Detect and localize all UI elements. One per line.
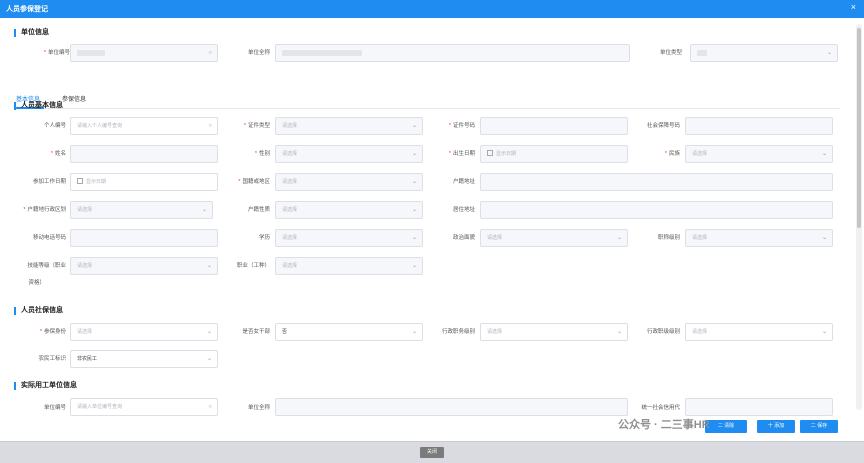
residence-label: 居住地址 (452, 207, 475, 213)
chevron-down-icon: ⌄ (826, 50, 832, 56)
registration-dialog: 人员参保登记 × 单位信息 * 单位编号 ○ 单位全称 单位类型 ⌄ 基本信息 参… (0, 0, 864, 463)
unit-type-label: 单位类型 (659, 50, 682, 56)
name-label: * 姓名 (50, 151, 66, 157)
unit-no-input[interactable]: ○ (70, 44, 218, 62)
chevron-down-icon: ⌄ (821, 151, 827, 157)
ssn-label: 社会保障号码 (646, 123, 680, 129)
admin-post-label: 行政职务级别 (441, 329, 475, 335)
actual-section-title: 实际用工单位信息 (14, 382, 77, 390)
close-button[interactable]: 关闭 (420, 447, 444, 458)
unit-name-label: 单位全称 (247, 50, 270, 56)
chevron-down-icon: ⌄ (821, 235, 827, 241)
id-no-label: * 证件号码 (448, 123, 475, 129)
migrant-label: 农民工标识 (38, 356, 66, 362)
birth-date-picker[interactable]: 显示日期 (480, 145, 628, 163)
political-select[interactable]: 请选择 ⌄ (480, 229, 628, 247)
skill-level-label-line1: 技能等级（职业 (27, 263, 66, 269)
political-label: 政治面貌 (452, 235, 475, 241)
id-type-label: * 证件类型 (243, 123, 270, 129)
female-cadre-label: 是否女干部 (242, 329, 270, 335)
actual-unit-no-label: 单位编号 (43, 405, 66, 411)
unit-name-input[interactable] (275, 44, 630, 62)
add-button[interactable]: 十 添加 (757, 420, 795, 433)
credit-code-input[interactable] (685, 398, 833, 416)
admin-post-select[interactable]: 请选择 ⌄ (480, 323, 628, 341)
hukou-type-select[interactable]: 请选择 ⌄ (275, 201, 423, 219)
clear-button[interactable]: 二 清除 (705, 420, 747, 433)
person-no-label: 个人编号 (43, 123, 66, 129)
credit-code-label: 统一社会信用代 (641, 405, 680, 411)
skill-level-label-line2: 资格） (28, 280, 45, 286)
skill-level-select[interactable]: 请选择 ⌄ (70, 257, 218, 275)
tab-insured-info[interactable]: 参保信息 (62, 96, 86, 104)
dialog-title: 人员参保登记 (6, 6, 48, 13)
hukou-region-select[interactable]: 请选择 ⌄ (70, 201, 213, 219)
insured-section-title: 人员社保信息 (14, 307, 63, 315)
unit-section-title: 单位信息 (14, 29, 49, 37)
occupation-select[interactable]: 请选择 ⌄ (275, 257, 423, 275)
hukou-type-label: 户籍性质 (247, 207, 270, 213)
title-level-select[interactable]: 请选择 ⌄ (685, 229, 833, 247)
mobile-label: 移动电话号码 (32, 235, 66, 241)
occupation-label: 职业（工种） (236, 263, 270, 269)
scrollbar-thumb[interactable] (857, 28, 861, 228)
admin-rank-label: 行政职级级别 (646, 329, 680, 335)
watermark-text: 公众号 · 二三事HR (618, 419, 710, 431)
female-cadre-select[interactable]: 否 ⌄ (275, 323, 423, 341)
tab-bar: 基本信息 参保信息 (14, 95, 840, 109)
calendar-icon (77, 178, 83, 184)
residence-input[interactable] (480, 201, 833, 219)
dialog-body: 单位信息 * 单位编号 ○ 单位全称 单位类型 ⌄ 基本信息 参保信息 人员基本信… (0, 18, 852, 438)
country-select[interactable]: 请选择 ⌄ (275, 173, 423, 191)
country-label: * 国籍或地区 (238, 179, 270, 185)
work-start-picker[interactable]: 显示日期 (70, 173, 218, 191)
gender-select[interactable]: 请选择 ⌄ (275, 145, 423, 163)
education-select[interactable]: 请选择 ⌄ (275, 229, 423, 247)
ethnicity-label: * 民族 (664, 151, 680, 157)
id-type-select[interactable]: 请选择 ⌄ (275, 117, 423, 135)
chevron-down-icon: ⌄ (411, 263, 417, 269)
admin-rank-select[interactable]: 请选择 ⌄ (685, 323, 833, 341)
insured-identity-label: * 参保身份 (39, 329, 66, 335)
name-input[interactable] (70, 145, 218, 163)
work-start-label: 参加工作日期 (32, 179, 66, 185)
unit-no-label: * 单位编号 (43, 50, 70, 56)
actual-unit-no-input[interactable]: 请输入单位编号查询 ○ (70, 398, 218, 416)
save-button[interactable]: 二 保存 (800, 420, 838, 433)
migrant-select[interactable]: 非农民工 ⌄ (70, 350, 218, 368)
person-no-input[interactable]: 请输入个人编号查询 ○ (70, 117, 218, 135)
ethnicity-select[interactable]: 请选择 ⌄ (685, 145, 833, 163)
chevron-down-icon: ⌄ (206, 356, 212, 362)
hukou-addr-input[interactable] (480, 173, 833, 191)
basic-section-title: 人员基本信息 (14, 102, 63, 110)
ssn-input[interactable] (685, 117, 833, 135)
close-icon[interactable]: × (851, 3, 856, 12)
insured-identity-select[interactable]: 请选择 ⌄ (70, 323, 218, 341)
vertical-scrollbar[interactable] (856, 24, 862, 410)
hukou-addr-label: 户籍地址 (452, 179, 475, 185)
unit-type-select[interactable]: ⌄ (690, 44, 838, 62)
title-level-label: 职称级别 (657, 235, 680, 241)
actual-unit-name-label: 单位全称 (247, 405, 270, 411)
birth-date-label: * 出生日期 (448, 151, 475, 157)
gender-label: * 性别 (254, 151, 270, 157)
education-label: 学历 (258, 235, 270, 241)
hukou-region-label: * 户籍地行政区划 (23, 207, 66, 213)
actual-unit-name-input[interactable] (275, 398, 628, 416)
id-no-input[interactable] (480, 117, 628, 135)
dialog-titlebar: 人员参保登记 × (0, 0, 864, 18)
mobile-input[interactable] (70, 229, 218, 247)
dialog-footer: 关闭 (0, 441, 864, 463)
chevron-down-icon: ⌄ (821, 329, 827, 335)
calendar-icon (487, 150, 493, 156)
